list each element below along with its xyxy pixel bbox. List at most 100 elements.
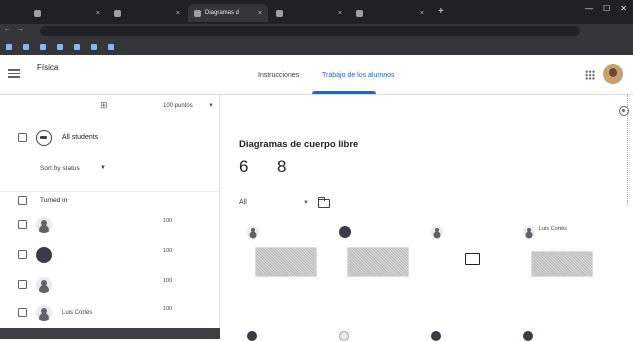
section-label: Turned in: [40, 197, 68, 204]
submission-card-partial[interactable]: [431, 331, 445, 341]
close-window-icon[interactable]: ✕: [620, 4, 627, 13]
student-roster: ⊞ 100 puntos ▼ All students Sort by stat…: [0, 95, 220, 339]
favicon-icon: [356, 9, 363, 17]
minimize-icon[interactable]: —: [585, 4, 593, 13]
bookmark-icon: [57, 43, 63, 50]
address-bar[interactable]: [40, 26, 580, 36]
student-checkbox[interactable]: [18, 220, 27, 229]
back-icon[interactable]: ←: [4, 26, 11, 33]
close-icon[interactable]: ×: [96, 10, 100, 17]
close-icon[interactable]: ×: [420, 10, 424, 17]
attachment-thumbnail[interactable]: [347, 247, 409, 277]
bookmark[interactable]: [57, 43, 66, 50]
sort-select[interactable]: Sort by status: [40, 165, 80, 172]
grid-icon[interactable]: ⊞: [100, 100, 108, 111]
bookmark-icon: [6, 43, 12, 50]
status-bar: [0, 328, 220, 339]
student-checkbox[interactable]: [18, 250, 27, 259]
avatar: [36, 305, 52, 321]
student-row[interactable]: 100: [0, 241, 220, 271]
all-students-label: All students: [62, 134, 99, 141]
avatar: [36, 277, 52, 293]
avatar: [431, 331, 441, 341]
card-header: [335, 223, 421, 247]
class-name[interactable]: Física: [37, 63, 58, 72]
grade-value: 100: [163, 306, 173, 312]
new-tab-icon[interactable]: +: [438, 6, 444, 17]
bookmark[interactable]: [108, 43, 117, 50]
menu-icon[interactable]: [8, 67, 20, 80]
avatar: [523, 331, 533, 341]
grade-value: 100: [163, 248, 173, 254]
avatar: [431, 226, 443, 238]
chevron-down-icon[interactable]: ▼: [208, 103, 214, 109]
favicon-icon: [34, 9, 41, 17]
turned-in-count: 6: [239, 157, 249, 176]
bookmark[interactable]: [6, 43, 15, 50]
student-checkbox[interactable]: [18, 280, 27, 289]
card-header: [427, 223, 513, 247]
favicon-icon: [276, 9, 283, 17]
avatar: [247, 331, 257, 341]
student-grade[interactable]: 100: [163, 306, 172, 313]
tab-student-work[interactable]: Trabajo de los alumnos: [322, 72, 395, 79]
avatar: [523, 226, 535, 238]
student-name: Luis Cortés: [539, 226, 567, 232]
avatar: [339, 331, 349, 341]
submission-card-partial[interactable]: [523, 331, 537, 341]
student-grade[interactable]: 100: [163, 278, 172, 285]
assigned-count: 8: [277, 157, 287, 176]
card-header: [243, 223, 329, 247]
select-all-checkbox[interactable]: [18, 133, 27, 142]
all-students-row[interactable]: All students: [0, 127, 220, 149]
student-grade[interactable]: 100: [163, 218, 172, 225]
student-checkbox[interactable]: [18, 308, 27, 317]
folder-icon[interactable]: [317, 197, 330, 208]
chevron-down-icon[interactable]: ▼: [303, 200, 309, 206]
browser-tabstrip: × × Diagramas d × × × + — ☐ ✕: [0, 0, 633, 24]
points-select[interactable]: 100 puntos: [163, 103, 193, 109]
avatar: [339, 226, 351, 238]
student-name: Luis Cortés: [62, 310, 93, 316]
apps-grid-icon[interactable]: [585, 70, 595, 80]
section-header: Turned in: [0, 191, 220, 209]
close-icon[interactable]: ×: [176, 10, 180, 17]
student-row[interactable]: 100: [0, 211, 220, 241]
student-work-panel: Diagramas de cuerpo libre 6 8 All ▼ Luis: [221, 95, 633, 341]
submission-card-partial[interactable]: [339, 331, 353, 341]
group-icon: [36, 130, 52, 146]
attachment-thumbnail[interactable]: [531, 251, 593, 277]
address-bar-row: ← →: [0, 24, 633, 38]
attachment-thumbnail[interactable]: [255, 247, 317, 277]
student-grade[interactable]: 100: [163, 248, 172, 255]
bookmark-icon: [108, 43, 114, 50]
submission-card-partial[interactable]: [247, 331, 261, 341]
maximize-icon[interactable]: ☐: [603, 4, 610, 13]
bookmark[interactable]: [91, 43, 100, 50]
close-icon[interactable]: ×: [258, 10, 262, 17]
forward-icon[interactable]: →: [17, 26, 24, 33]
tab-instructions[interactable]: Instrucciones: [258, 72, 299, 79]
scrollbar[interactable]: [627, 95, 630, 205]
bookmark[interactable]: [40, 43, 49, 50]
tab-label: Diagramas d: [205, 10, 240, 16]
bookmark[interactable]: [23, 43, 32, 50]
attachment-thumbnail[interactable]: [439, 247, 501, 277]
filter-select[interactable]: All: [239, 199, 247, 206]
browser-tab[interactable]: ×: [350, 4, 430, 22]
account-avatar[interactable]: [603, 64, 623, 84]
student-row[interactable]: Luis Cortés 100: [0, 299, 220, 329]
bookmark-icon: [91, 43, 97, 50]
browser-tab[interactable]: ×: [270, 4, 348, 22]
browser-tab[interactable]: ×: [28, 4, 106, 22]
browser-tab[interactable]: ×: [108, 4, 186, 22]
student-row[interactable]: 100: [0, 271, 220, 301]
card-header: Luis Cortés: [519, 223, 605, 247]
section-checkbox[interactable]: [18, 196, 27, 205]
browser-tab-active[interactable]: Diagramas d ×: [188, 4, 268, 22]
classroom-header: Física Instrucciones Trabajo de los alum…: [0, 55, 633, 95]
close-icon[interactable]: ×: [338, 10, 342, 17]
avatar: [36, 247, 52, 263]
chevron-down-icon[interactable]: ▼: [100, 165, 106, 171]
bookmark[interactable]: [74, 43, 83, 50]
